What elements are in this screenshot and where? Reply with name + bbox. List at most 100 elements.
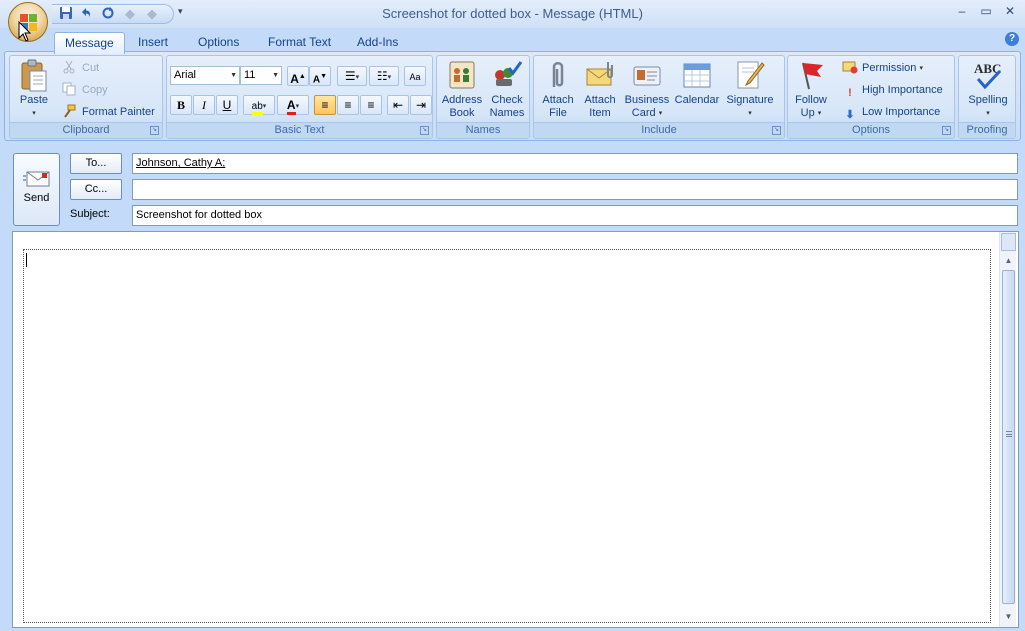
attach-file-button[interactable]: Attach File: [538, 59, 578, 123]
styles-button[interactable]: Aa: [404, 66, 426, 86]
basic-text-launcher-icon[interactable]: ↘: [420, 126, 429, 135]
subject-label: Subject:: [70, 208, 110, 220]
low-importance-button[interactable]: ⬇ Low Importance: [842, 103, 940, 121]
permission-icon: [842, 60, 858, 74]
shrink-font-button[interactable]: A▼: [309, 66, 331, 86]
calendar-icon: [681, 59, 713, 91]
message-body-editor[interactable]: [23, 249, 991, 623]
bullets-icon: ☰: [344, 69, 356, 83]
grow-font-button[interactable]: A▲: [287, 66, 309, 86]
vertical-scrollbar[interactable]: ▲ ▼: [999, 232, 1016, 627]
text-caret: [26, 253, 27, 267]
attach-item-button[interactable]: Attach Item: [580, 59, 620, 123]
paperclip-icon: [542, 59, 574, 91]
to-field[interactable]: Johnson, Cathy A;: [132, 153, 1018, 174]
numbering-button[interactable]: ☷▾: [369, 66, 399, 86]
spelling-label: Spelling: [968, 94, 1008, 106]
follow-up-button[interactable]: Follow Up ▾: [791, 59, 831, 123]
check-names-button[interactable]: Check Names: [486, 59, 528, 123]
decrease-indent-button[interactable]: ⇤: [387, 95, 409, 115]
bullets-button[interactable]: ☰▾: [337, 66, 367, 86]
check-names-label-2: Names: [489, 107, 525, 119]
clipboard-launcher-icon[interactable]: ↘: [150, 126, 159, 135]
address-book-label-1: Address: [441, 94, 483, 106]
spelling-button[interactable]: ABC Spelling ▾: [963, 59, 1013, 123]
paste-icon: [18, 59, 50, 92]
italic-button[interactable]: I: [193, 95, 215, 115]
minimize-button[interactable]: ‒: [952, 4, 972, 22]
highlight-button[interactable]: ab▾: [243, 95, 275, 115]
font-size-select[interactable]: 11 ▼: [240, 66, 282, 85]
align-right-button[interactable]: ≡: [360, 95, 382, 115]
include-launcher-icon[interactable]: ↘: [772, 126, 781, 135]
mouse-cursor-icon: [18, 20, 32, 46]
scroll-up-icon[interactable]: ▲: [1001, 254, 1016, 268]
cut-label: Cut: [82, 62, 100, 74]
cc-field[interactable]: [132, 179, 1018, 200]
options-launcher-icon[interactable]: ↘: [942, 126, 951, 135]
attach-item-label-1: Attach: [584, 94, 616, 106]
bold-button[interactable]: B: [170, 95, 192, 115]
flag-icon: [795, 59, 827, 91]
business-card-label-2: Card: [631, 107, 656, 119]
message-header: Send To... Johnson, Cathy A; Cc... Subje…: [0, 143, 1025, 231]
scrollbar-thumb[interactable]: [1002, 270, 1015, 604]
send-envelope-icon: [22, 168, 51, 188]
close-button[interactable]: ✕: [1000, 4, 1020, 22]
signature-label: Signature: [726, 94, 774, 106]
decrease-indent-icon: ⇤: [392, 98, 404, 112]
options-group: Follow Up ▾ Permission ▾ ! High Importanc…: [787, 55, 955, 139]
cc-button[interactable]: Cc...: [70, 179, 122, 200]
copy-label: Copy: [82, 84, 108, 96]
send-label: Send: [23, 192, 50, 204]
message-body-frame: ▲ ▼: [12, 231, 1019, 628]
ribbon: Paste ▾ Cut Copy Format Painter Clipboar…: [4, 51, 1021, 141]
copy-button[interactable]: Copy: [62, 81, 108, 99]
font-color-button[interactable]: A▾: [277, 95, 309, 115]
clipboard-group: Paste ▾ Cut Copy Format Painter Clipboar…: [9, 55, 163, 139]
highlighter-icon: ab: [251, 101, 263, 115]
split-view-icon[interactable]: [1001, 233, 1016, 251]
exclamation-icon: !: [848, 87, 852, 99]
maximize-button[interactable]: ▭: [976, 4, 996, 22]
send-button[interactable]: Send: [13, 153, 60, 226]
business-card-icon: [631, 59, 663, 91]
business-card-label-1: Business: [624, 94, 670, 106]
options-group-label: Options: [788, 122, 954, 138]
align-center-button[interactable]: ≡: [337, 95, 359, 115]
align-left-button[interactable]: ≡: [314, 95, 336, 115]
business-card-button[interactable]: Business Card ▾: [623, 59, 671, 123]
scroll-down-icon[interactable]: ▼: [1001, 610, 1016, 624]
basic-text-group-label: Basic Text: [167, 122, 432, 138]
to-button[interactable]: To...: [70, 153, 122, 174]
address-book-label-2: Book: [449, 107, 475, 119]
high-importance-button[interactable]: ! High Importance: [842, 81, 943, 99]
recipient-name[interactable]: Johnson, Cathy A;: [136, 157, 225, 169]
high-importance-label: High Importance: [862, 84, 943, 96]
subject-field[interactable]: Screenshot for dotted box: [132, 205, 1018, 226]
attach-file-label-2: File: [549, 107, 567, 119]
attach-file-label-1: Attach: [542, 94, 574, 106]
names-group-label: Names: [437, 122, 529, 138]
underline-button[interactable]: U: [216, 95, 238, 115]
font-name-select[interactable]: Arial ▼: [170, 66, 240, 85]
follow-up-label-2: Up: [800, 107, 815, 119]
proofing-group-label: Proofing: [959, 122, 1015, 138]
format-painter-icon: [62, 104, 78, 118]
align-center-icon: ≡: [344, 98, 352, 112]
permission-button[interactable]: Permission ▾: [842, 59, 923, 77]
proofing-group: ABC Spelling ▾ Proofing: [958, 55, 1016, 139]
down-arrow-icon: ⬇: [845, 109, 855, 121]
increase-indent-button[interactable]: ⇥: [410, 95, 432, 115]
help-icon[interactable]: ?: [1005, 32, 1019, 46]
clipboard-group-label: Clipboard: [10, 122, 162, 138]
title-bar: ◆ ◆ ▾ Screenshot for dotted box - Messag…: [0, 0, 1025, 28]
signature-button[interactable]: Signature ▾: [724, 59, 776, 123]
cut-button[interactable]: Cut: [62, 59, 99, 77]
tab-message[interactable]: Message: [54, 32, 125, 54]
paste-label: Paste: [19, 94, 49, 106]
calendar-button[interactable]: Calendar: [674, 59, 720, 123]
address-book-button[interactable]: Address Book: [440, 59, 484, 123]
format-painter-button[interactable]: Format Painter: [62, 103, 155, 121]
paste-button[interactable]: Paste ▾: [16, 59, 52, 123]
